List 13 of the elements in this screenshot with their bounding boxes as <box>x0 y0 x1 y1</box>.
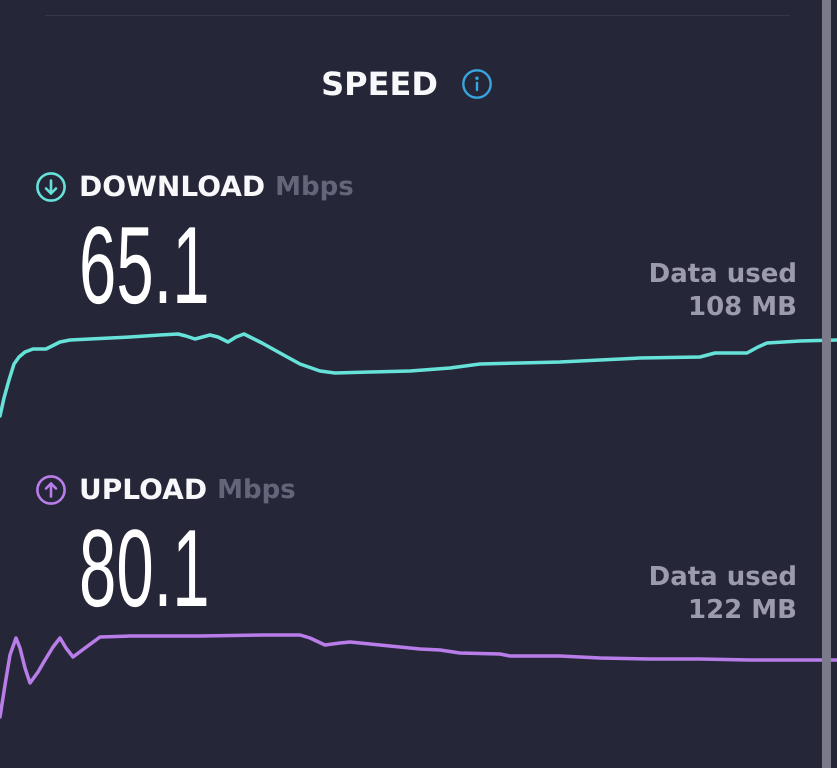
speed-label: DOWNLOAD <box>79 173 266 201</box>
info-icon[interactable] <box>462 69 492 99</box>
data-used-value: 108 MB <box>688 291 797 324</box>
speed-value: 80.1 <box>79 514 210 624</box>
speed-value: 65.1 <box>79 211 210 321</box>
section-title: SPEED <box>321 68 438 100</box>
unit-label: Mbps <box>275 174 354 200</box>
data-used-label: Data used <box>648 561 797 594</box>
data-used-value: 122 MB <box>688 594 797 627</box>
speed-label: UPLOAD <box>79 476 208 504</box>
data-used-label: Data used <box>648 258 797 291</box>
scrollbar[interactable] <box>822 0 831 768</box>
unit-label: Mbps <box>217 477 296 503</box>
